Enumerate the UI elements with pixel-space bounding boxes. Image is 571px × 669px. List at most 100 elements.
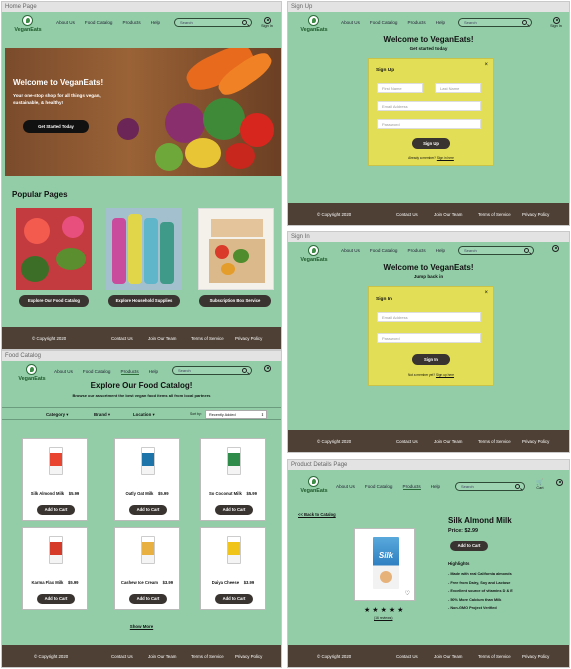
explore-household-button[interactable]: Explore Household Supplies xyxy=(108,295,180,307)
footer-privacy-link[interactable]: Privacy Policy xyxy=(522,654,549,659)
nav-products[interactable]: Products xyxy=(120,369,139,375)
leaf-icon xyxy=(22,15,33,26)
get-started-button[interactable]: Get Started Today xyxy=(23,120,89,133)
nav-help[interactable]: Help xyxy=(431,484,440,490)
sign-in-button[interactable]: Sign In xyxy=(260,17,274,28)
nav-food-catalog[interactable]: Food Catalog xyxy=(370,20,398,25)
sign-in-button[interactable]: Sign In xyxy=(549,17,563,28)
first-name-field[interactable]: First Name xyxy=(377,83,423,93)
nav-products[interactable]: Products xyxy=(408,248,426,253)
password-field[interactable]: Password xyxy=(377,333,481,343)
footer-team-link[interactable]: Join Our Team xyxy=(434,212,462,217)
product-price: $5.99 xyxy=(158,491,169,496)
product-card[interactable]: Cashew Ice Cream $3.99 Add to Cart xyxy=(114,527,180,610)
nav-help[interactable]: Help xyxy=(149,369,158,375)
sign-in-button[interactable] xyxy=(552,479,566,486)
add-to-cart-button[interactable]: Add to Cart xyxy=(129,594,167,604)
product-card[interactable]: Oatly Oat Milk $5.99 Add to Cart xyxy=(114,438,180,521)
sign-in-button[interactable] xyxy=(548,245,562,252)
nav-about-us[interactable]: About Us xyxy=(341,20,360,25)
add-to-cart-button[interactable]: Add to Cart xyxy=(37,594,75,604)
add-to-cart-button[interactable]: Add to Cart xyxy=(215,505,253,515)
footer-terms-link[interactable]: Terms of Service xyxy=(478,439,511,444)
nav-food-catalog[interactable]: Food Catalog xyxy=(83,369,111,375)
search-input[interactable]: Search xyxy=(458,18,532,27)
footer-team-link[interactable]: Join Our Team xyxy=(148,336,176,341)
cart-button[interactable]: 🛒 Cart xyxy=(533,479,547,490)
product-card[interactable]: So Coconut Milk $5.99 Add to Cart xyxy=(200,438,266,521)
footer-privacy-link[interactable]: Privacy Policy xyxy=(235,654,262,659)
nav-about-us[interactable]: About Us xyxy=(56,20,75,25)
logo[interactable]: VeganEats xyxy=(300,476,328,498)
heart-icon[interactable]: ♡ xyxy=(405,590,410,597)
nav-help[interactable]: Help xyxy=(436,20,445,25)
add-to-cart-button[interactable]: Add to Cart xyxy=(129,505,167,515)
email-field[interactable]: Email Address xyxy=(377,101,481,111)
footer-terms-link[interactable]: Terms of Service xyxy=(478,212,511,217)
product-card[interactable]: Daiya Cheese $3.99 Add to Cart xyxy=(200,527,266,610)
search-input[interactable]: Search xyxy=(174,18,252,27)
sign-up-link[interactable]: Sign up here xyxy=(436,373,454,377)
logo[interactable]: VeganEats xyxy=(14,15,42,37)
category-filter[interactable]: Category ▾ xyxy=(46,412,68,418)
product-card[interactable]: Silk Almond Milk $5.99 Add to Cart xyxy=(22,438,88,521)
nav-food-catalog[interactable]: Food Catalog xyxy=(365,484,393,490)
add-to-cart-button[interactable]: Add to Cart xyxy=(450,541,488,551)
hero-title: Welcome to VeganEats! xyxy=(13,78,104,87)
panel-title: Product Details Page xyxy=(288,460,569,470)
email-field[interactable]: Email Address xyxy=(377,312,481,322)
close-icon[interactable]: × xyxy=(484,62,488,68)
search-input[interactable]: Search xyxy=(455,482,525,491)
product-card[interactable]: Karma Flax Milk $5.99 Add to Cart xyxy=(22,527,88,610)
sign-in-button[interactable] xyxy=(260,365,274,372)
popular-card-subscription[interactable] xyxy=(198,208,274,290)
sign-up-button[interactable]: Sign Up xyxy=(412,138,450,149)
show-more-link[interactable]: Show More xyxy=(2,624,281,629)
footer-team-link[interactable]: Join Our Team xyxy=(434,439,462,444)
sort-select[interactable]: Recently Added ⇕ xyxy=(205,410,267,419)
footer-terms-link[interactable]: Terms of Service xyxy=(478,654,511,659)
footer-contact-link[interactable]: Contact Us xyxy=(111,336,133,341)
popular-card-household[interactable] xyxy=(106,208,182,290)
nav-about-us[interactable]: About Us xyxy=(54,369,73,375)
last-name-field[interactable]: Last Name xyxy=(435,83,481,93)
footer-contact-link[interactable]: Contact Us xyxy=(396,439,418,444)
location-filter[interactable]: Location ▾ xyxy=(133,412,155,418)
subscription-box-button[interactable]: Subscription Box Service xyxy=(199,295,271,307)
footer-contact-link[interactable]: Contact Us xyxy=(396,654,418,659)
nav-products[interactable]: Products xyxy=(408,20,426,25)
sign-in-submit-button[interactable]: Sign In xyxy=(412,354,450,365)
footer-contact-link[interactable]: Contact Us xyxy=(396,212,418,217)
brand-filter[interactable]: Brand ▾ xyxy=(94,412,110,418)
logo[interactable]: VeganEats xyxy=(300,15,328,37)
nav-about-us[interactable]: About Us xyxy=(336,484,355,490)
footer-privacy-link[interactable]: Privacy Policy xyxy=(522,439,549,444)
nav-food-catalog[interactable]: Food Catalog xyxy=(85,20,113,25)
highlight-item: - Made with real California almonds xyxy=(448,572,512,576)
explore-food-catalog-button[interactable]: Explore Our Food Catalog xyxy=(19,295,89,307)
footer-privacy-link[interactable]: Privacy Policy xyxy=(522,212,549,217)
reviews-link[interactable]: (16 reviews) xyxy=(374,616,392,620)
nav-food-catalog[interactable]: Food Catalog xyxy=(370,248,398,253)
footer-team-link[interactable]: Join Our Team xyxy=(434,654,462,659)
back-to-catalog-link[interactable]: << Back to Catalog xyxy=(298,512,336,517)
password-field[interactable]: Password xyxy=(377,119,481,129)
footer-team-link[interactable]: Join Our Team xyxy=(148,654,176,659)
add-to-cart-button[interactable]: Add to Cart xyxy=(215,594,253,604)
footer-terms-link[interactable]: Terms of Service xyxy=(191,336,224,341)
nav-help[interactable]: Help xyxy=(151,20,160,25)
sign-in-link[interactable]: Sign in here xyxy=(437,156,454,160)
add-to-cart-button[interactable]: Add to Cart xyxy=(37,505,75,515)
search-input[interactable]: Search xyxy=(458,246,534,255)
search-input[interactable]: Search xyxy=(172,366,252,375)
nav-about-us[interactable]: About Us xyxy=(341,248,360,253)
footer-contact-link[interactable]: Contact Us xyxy=(111,654,133,659)
footer-privacy-link[interactable]: Privacy Policy xyxy=(235,336,262,341)
footer-terms-link[interactable]: Terms of Service xyxy=(191,654,224,659)
nav-help[interactable]: Help xyxy=(436,248,445,253)
sign-up-panel: Sign Up VeganEats About Us Food Catalog … xyxy=(287,1,570,226)
nav-products[interactable]: Products xyxy=(123,20,141,25)
close-icon[interactable]: × xyxy=(484,290,488,296)
popular-card-food[interactable] xyxy=(16,208,92,290)
nav-products[interactable]: Products xyxy=(402,484,421,490)
